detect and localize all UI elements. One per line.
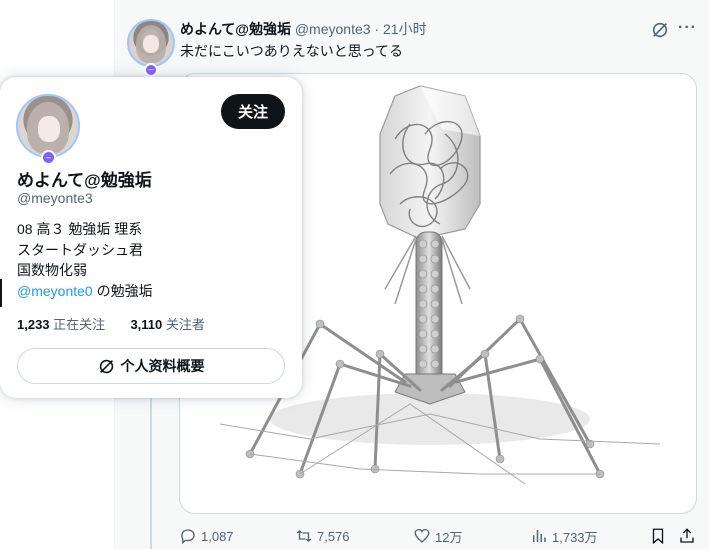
avatar-badge: – (144, 63, 158, 77)
reply-icon (181, 529, 195, 545)
reply-button[interactable]: 1,087 (179, 525, 234, 547)
hovercard-avatar-badge: – (41, 150, 56, 165)
profile-summary-button[interactable]: 个人资料概要 (17, 348, 285, 384)
like-count: 12万 (435, 529, 463, 545)
grok-icon (99, 359, 113, 373)
avatar-face (143, 35, 159, 53)
views-count: 1,733万 (552, 529, 598, 545)
reply-count: 1,087 (201, 528, 234, 544)
followers-stat[interactable]: 3,110 关注者 (130, 317, 204, 332)
following-count: 1,233 (17, 317, 50, 332)
bio-mention-link[interactable]: @meyonte0 (17, 283, 93, 299)
following-stat[interactable]: 1,233 正在关注 (17, 317, 105, 332)
bio-line-mention: @meyonte0 の勉強垢 (17, 281, 153, 302)
bookmark-icon (652, 528, 664, 545)
tweet-author-name[interactable]: めよんて@勉強垢 (180, 21, 291, 37)
profile-summary-label: 个人资料概要 (120, 358, 205, 374)
tweet-author-avatar[interactable] (127, 19, 175, 67)
avatar-face (38, 116, 60, 142)
retweet-button[interactable]: 7,576 (295, 525, 350, 547)
retweet-count: 7,576 (317, 528, 350, 544)
hovercard-bio: 08 高３ 勉強垢 理系 スタートダッシュ君 国数物化弱 @meyonte0 の… (17, 219, 153, 301)
hovercard-handle[interactable]: @meyonte3 (17, 190, 93, 206)
grok-icon[interactable] (651, 21, 669, 39)
focus-indicator (0, 279, 2, 307)
tweet-author-handle[interactable]: @meyonte3 (295, 21, 371, 37)
more-options-icon[interactable]: ··· (678, 20, 696, 38)
share-button[interactable] (678, 525, 696, 547)
views-button[interactable]: 1,733万 (530, 525, 598, 547)
tweet-separator: · (370, 21, 383, 37)
bio-mention-suffix: の勉強垢 (92, 282, 153, 299)
tweet-text: 未だにこいつありえないと思ってる (180, 43, 404, 59)
bio-line: 国数物化弱 (17, 262, 87, 278)
hovercard-avatar[interactable] (16, 94, 80, 158)
retweet-icon (296, 530, 312, 542)
like-button[interactable]: 12万 (413, 525, 462, 547)
follow-button[interactable]: 关注 (221, 94, 285, 129)
profile-hovercard: – 关注 めよんて@勉強垢 @meyonte3 08 高３ 勉強垢 理系 スター… (0, 77, 302, 398)
followers-count: 3,110 (130, 317, 163, 332)
views-chart-icon (533, 530, 546, 542)
bio-line: 08 高３ 勉強垢 理系 (17, 221, 143, 237)
heart-icon (414, 528, 430, 543)
hovercard-name[interactable]: めよんて@勉強垢 (17, 166, 152, 191)
tweet-header: めよんて@勉強垢 @meyonte3 · 21小时 (180, 19, 640, 39)
tweet-action-bar: 1,087 7,576 12万 1,733万 (179, 525, 699, 547)
bio-line: スタートダッシュ君 (17, 241, 143, 258)
tweet-time[interactable]: 21小时 (383, 21, 427, 37)
bookmark-button[interactable] (649, 525, 667, 547)
following-label: 正在关注 (53, 317, 106, 332)
hovercard-stats: 1,233 正在关注 3,110 关注者 (17, 314, 205, 333)
share-icon (680, 528, 694, 543)
followers-label: 关注者 (165, 317, 205, 332)
